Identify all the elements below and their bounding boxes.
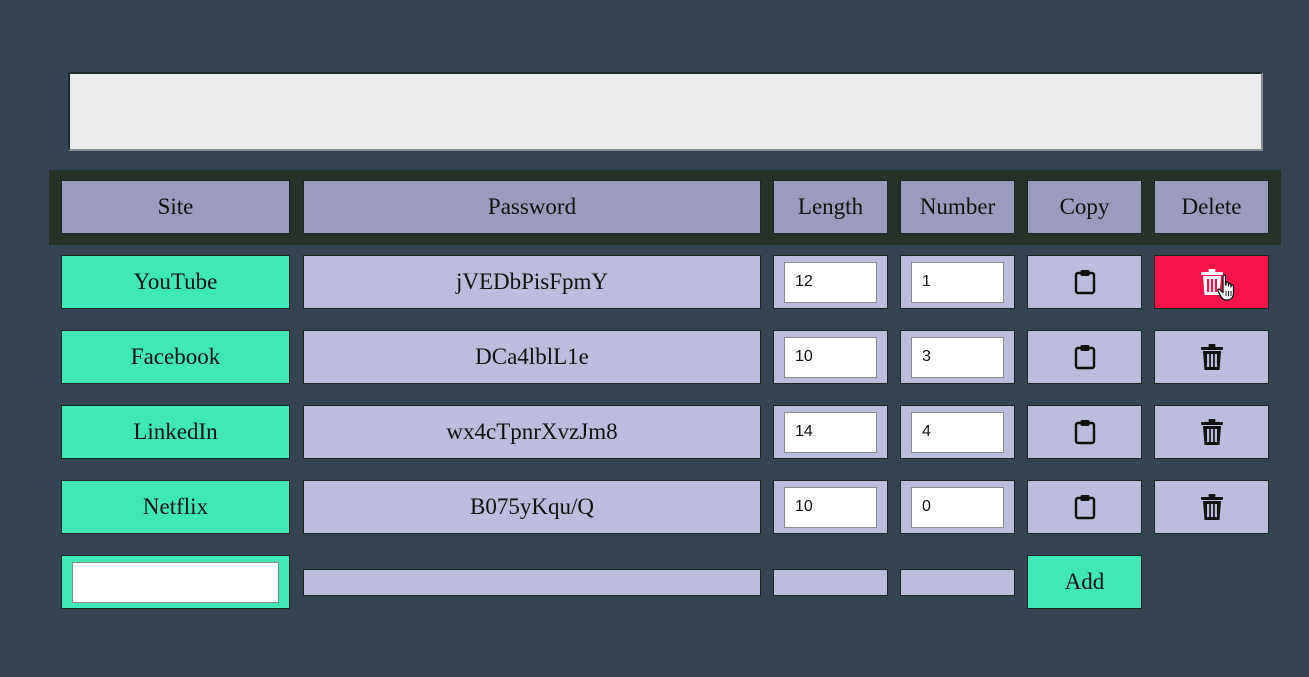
- password-cell: DCa4lblL1e: [303, 330, 761, 384]
- header-password: Password: [303, 180, 761, 234]
- header-number: Number: [900, 180, 1015, 234]
- trash-icon: [1200, 494, 1223, 520]
- clipboard-icon: [1074, 419, 1096, 445]
- number-cell: [900, 330, 1015, 384]
- hand-pointer-cursor-icon: [1217, 274, 1237, 302]
- length-input[interactable]: [784, 411, 877, 453]
- new-length-cell: [773, 569, 888, 596]
- clipboard-icon: [1074, 494, 1096, 520]
- header-site: Site: [61, 180, 290, 234]
- length-cell: [773, 405, 888, 459]
- clipboard-icon: [1074, 344, 1096, 370]
- new-password-cell: [303, 569, 761, 596]
- header-length: Length: [773, 180, 888, 234]
- delete-button[interactable]: [1154, 255, 1269, 309]
- number-cell: [900, 405, 1015, 459]
- number-cell: [900, 480, 1015, 534]
- delete-button[interactable]: [1154, 330, 1269, 384]
- trash-icon: [1200, 344, 1223, 370]
- copy-button[interactable]: [1027, 480, 1142, 534]
- copy-button[interactable]: [1027, 405, 1142, 459]
- top-input-field[interactable]: [68, 72, 1263, 151]
- site-cell: Facebook: [61, 330, 290, 384]
- copy-button[interactable]: [1027, 330, 1142, 384]
- number-input[interactable]: [911, 411, 1004, 453]
- new-site-cell: [61, 555, 290, 609]
- site-cell: Netflix: [61, 480, 290, 534]
- length-input[interactable]: [784, 486, 877, 528]
- delete-button[interactable]: [1154, 405, 1269, 459]
- new-site-input[interactable]: [72, 561, 279, 603]
- clipboard-icon: [1074, 269, 1096, 295]
- new-number-cell: [900, 569, 1015, 596]
- length-cell: [773, 255, 888, 309]
- number-input[interactable]: [911, 261, 1004, 303]
- number-cell: [900, 255, 1015, 309]
- trash-icon: [1200, 419, 1223, 445]
- password-cell: B075yKqu/Q: [303, 480, 761, 534]
- password-cell: wx4cTpnrXvzJm8: [303, 405, 761, 459]
- header-delete: Delete: [1154, 180, 1269, 234]
- number-input[interactable]: [911, 486, 1004, 528]
- length-input[interactable]: [784, 336, 877, 378]
- add-button[interactable]: Add: [1027, 555, 1142, 609]
- header-copy: Copy: [1027, 180, 1142, 234]
- number-input[interactable]: [911, 336, 1004, 378]
- site-cell: LinkedIn: [61, 405, 290, 459]
- length-cell: [773, 480, 888, 534]
- password-cell: jVEDbPisFpmY: [303, 255, 761, 309]
- delete-button[interactable]: [1154, 480, 1269, 534]
- length-input[interactable]: [784, 261, 877, 303]
- length-cell: [773, 330, 888, 384]
- site-cell: YouTube: [61, 255, 290, 309]
- copy-button[interactable]: [1027, 255, 1142, 309]
